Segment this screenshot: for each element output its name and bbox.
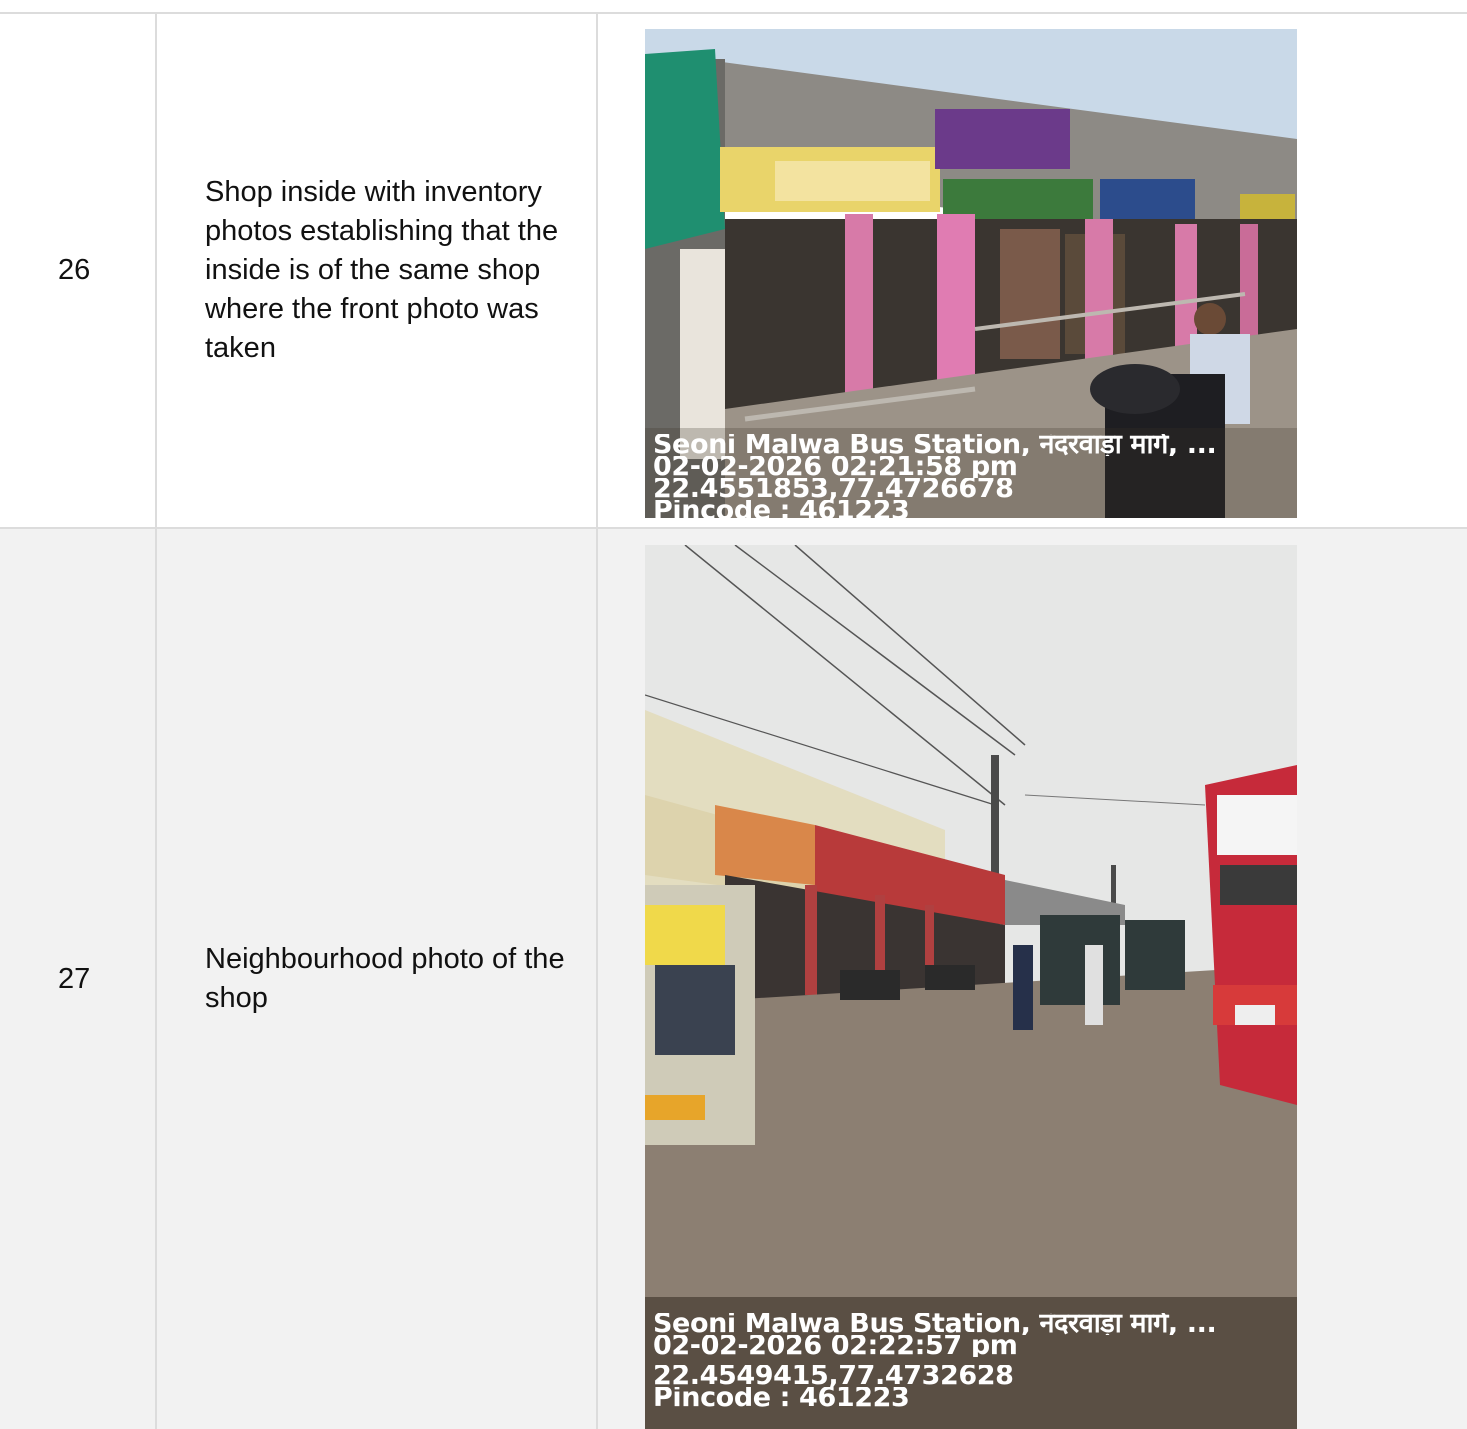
geotag-coordinates: 22.4551853,77.4726678 bbox=[653, 478, 1014, 500]
geotag-datetime: 02-02-2026 02:21:58 pm bbox=[653, 456, 1018, 478]
row-description: Shop inside with inventory photos establ… bbox=[157, 14, 598, 527]
geotag-coordinates: 22.4549415,77.4732628 bbox=[653, 1365, 1014, 1387]
photo-cell: Seoni Malwa Bus Station, नंदरवाड़ा मार्ग… bbox=[598, 14, 1467, 527]
photo-cell: Seoni Malwa Bus Station, नंदरवाड़ा मार्ग… bbox=[598, 529, 1467, 1429]
row-description: Neighbourhood photo of the shop bbox=[157, 529, 598, 1429]
table-row: 27 Neighbourhood photo of the shop Seoni… bbox=[0, 529, 1467, 1429]
geotag-location: Seoni Malwa Bus Station, नंदरवाड़ा मार्ग… bbox=[653, 434, 1217, 456]
photo-evidence-table: 26 Shop inside with inventory photos est… bbox=[0, 12, 1467, 1429]
shop-inside-photo[interactable]: Seoni Malwa Bus Station, नंदरवाड़ा मार्ग… bbox=[645, 29, 1297, 518]
row-number: 27 bbox=[0, 529, 157, 1429]
neighbourhood-photo[interactable]: Seoni Malwa Bus Station, नंदरवाड़ा मार्ग… bbox=[645, 545, 1297, 1429]
table-row: 26 Shop inside with inventory photos est… bbox=[0, 14, 1467, 529]
row-number: 26 bbox=[0, 14, 157, 527]
geotag-location: Seoni Malwa Bus Station, नंदरवाड़ा मार्ग… bbox=[653, 1313, 1217, 1335]
geotag-overlay: Seoni Malwa Bus Station, नंदरवाड़ा मार्ग… bbox=[645, 1297, 1297, 1429]
geotag-pincode: Pincode : 461223 bbox=[653, 500, 910, 518]
geotag-overlay: Seoni Malwa Bus Station, नंदरवाड़ा मार्ग… bbox=[645, 428, 1297, 518]
geotag-datetime: 02-02-2026 02:22:57 pm bbox=[653, 1335, 1018, 1357]
geotag-pincode: Pincode : 461223 bbox=[653, 1387, 910, 1409]
